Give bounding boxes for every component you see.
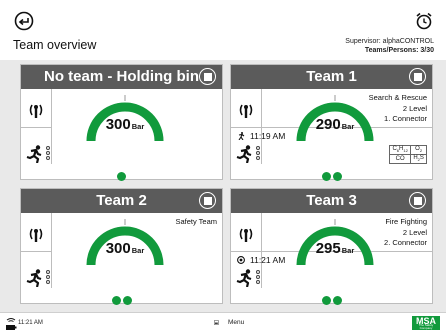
member-dot — [332, 296, 342, 305]
team-info: Safety Team — [175, 217, 217, 228]
status-time: 11:21 AM — [18, 320, 43, 326]
gas-cell: C6H12 — [388, 144, 412, 156]
signal-icon — [239, 228, 253, 242]
team-panel-team-1[interactable]: Team 1 Search & Rescue 2 Level 1. Connec… — [230, 64, 433, 181]
runner-icon — [236, 145, 252, 163]
team-member-dots — [21, 168, 222, 181]
runner-icon — [26, 145, 42, 163]
panel-header: No team - Holding bin — [21, 65, 222, 89]
msa-logo: MSA The Safety Company — [412, 316, 440, 330]
pressure-unit: Bar — [131, 246, 145, 255]
pressure-readout: 300Bar — [81, 116, 169, 133]
team-name: No team - Holding bin — [44, 68, 199, 85]
signal-icon — [29, 104, 43, 118]
time-row: 11:21 AM — [237, 255, 285, 265]
pressure-unit: Bar — [341, 122, 355, 131]
grid-menu-icon[interactable] — [409, 68, 426, 85]
team-panel-team-2[interactable]: Team 2 Safety Team 300Bar — [20, 188, 223, 305]
runner-icon — [26, 269, 42, 287]
member-dot — [321, 296, 331, 305]
grid-menu-icon[interactable] — [199, 192, 216, 209]
teams-persons-count: Teams/Persons: 3/30 — [364, 47, 434, 54]
team-member-dots — [21, 292, 222, 305]
member-dot — [122, 296, 132, 305]
menu-button[interactable]: Menu — [228, 319, 244, 326]
pressure-readout: 290Bar — [291, 116, 379, 133]
battery-wifi-icon — [6, 318, 17, 330]
team-task: Search & Rescue — [368, 93, 427, 102]
status-dots — [256, 146, 261, 164]
gas-sensor-grid: C6H12 O2 CO H2S — [388, 144, 427, 165]
time-row: 11:19 AM — [237, 131, 285, 141]
team-member-dots — [231, 292, 432, 305]
status-dots — [256, 270, 261, 288]
signal-icon — [239, 104, 253, 118]
gas-cell: H2S — [410, 154, 427, 165]
gas-cell: O2 — [410, 144, 427, 156]
status-dots — [46, 146, 51, 164]
grid-menu-icon[interactable] — [409, 192, 426, 209]
signal-icon — [29, 228, 43, 242]
pressure-value: 295 — [315, 240, 341, 257]
menu-icon[interactable] — [214, 317, 226, 329]
panel-header: Team 1 — [231, 65, 432, 89]
pressure-unit: Bar — [341, 246, 355, 255]
gas-cell: CO — [388, 154, 412, 165]
team-name: Team 3 — [306, 192, 357, 209]
team-panel-team-3[interactable]: Team 3 Fire Fighting 2 Level 2. Connecto… — [230, 188, 433, 305]
divider — [51, 89, 52, 164]
team-info: Fire Fighting 2 Level 2. Connector — [384, 217, 427, 249]
pressure-value: 290 — [315, 116, 341, 133]
team-grid: No team - Holding bin 300Bar Team 1 Sear… — [0, 60, 446, 312]
logo-tagline: The Safety Company — [418, 323, 434, 330]
panel-header: Team 3 — [231, 189, 432, 213]
member-dot — [117, 172, 126, 181]
back-icon[interactable] — [14, 11, 34, 31]
page-title: Team overview — [13, 38, 97, 52]
member-dot — [332, 172, 342, 181]
divider — [51, 213, 52, 288]
status-dots — [46, 270, 51, 288]
team-panel-holding-bin[interactable]: No team - Holding bin 300Bar — [20, 64, 223, 181]
pressure-readout: 300Bar — [81, 240, 169, 257]
member-dot — [111, 296, 121, 305]
team-connector: 2. Connector — [384, 238, 427, 247]
panel-header: Team 2 — [21, 189, 222, 213]
divider — [21, 127, 51, 128]
team-time: 11:19 AM — [250, 131, 286, 141]
divider — [21, 251, 51, 252]
pressure-readout: 295Bar — [291, 240, 379, 257]
pressure-value: 300 — [105, 116, 131, 133]
team-level: 2 Level — [402, 103, 427, 113]
team-task: Safety Team — [175, 217, 217, 226]
top-bar: Team overview Supervisor: alphaCONTROL T… — [0, 0, 446, 62]
team-name: Team 2 — [96, 192, 147, 209]
team-member-dots — [231, 168, 432, 181]
team-task: Fire Fighting — [385, 217, 427, 226]
team-time: 11:21 AM — [250, 255, 286, 265]
team-level: 2 Level — [402, 227, 427, 237]
supervisor-label: Supervisor: alphaCONTROL — [345, 38, 434, 45]
member-dot — [321, 172, 331, 181]
runner-icon — [236, 269, 252, 287]
pressure-unit: Bar — [131, 122, 145, 131]
alarm-clock-icon[interactable] — [414, 11, 434, 31]
team-name: Team 1 — [306, 68, 357, 85]
running-person-icon — [238, 132, 245, 140]
bottom-status-bar: 11:21 AM Menu MSA The Safety Company — [0, 312, 446, 334]
target-icon — [237, 256, 245, 264]
pressure-value: 300 — [105, 240, 131, 257]
grid-menu-icon[interactable] — [199, 68, 216, 85]
